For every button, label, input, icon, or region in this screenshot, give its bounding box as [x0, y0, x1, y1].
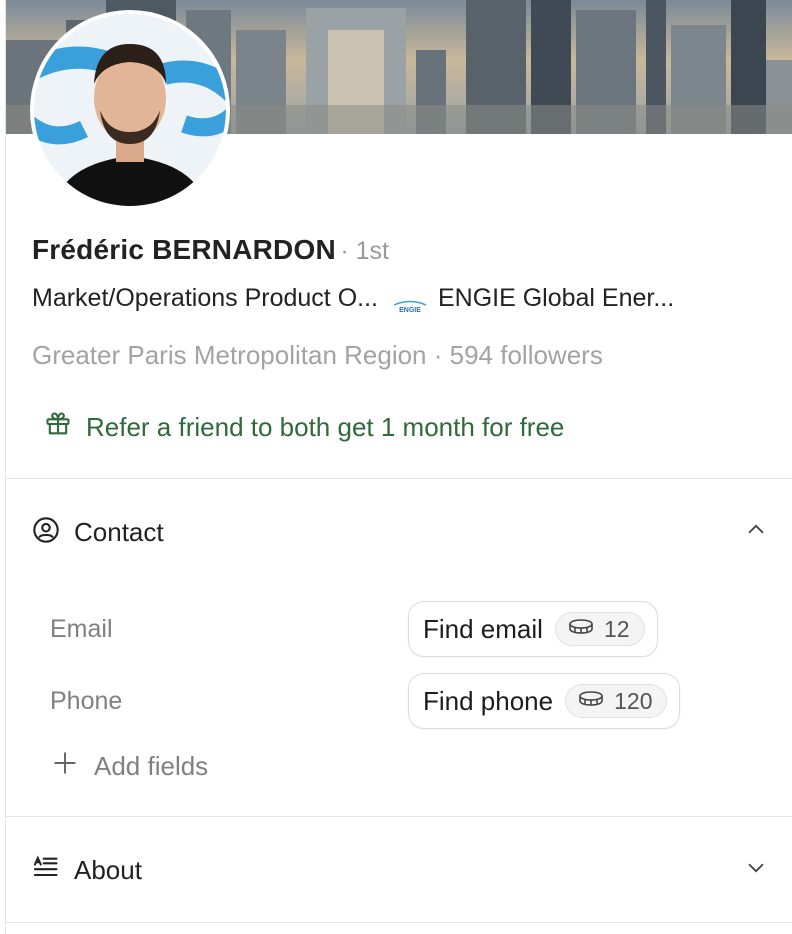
find-email-label: Find email [423, 613, 543, 644]
plus-icon [52, 750, 94, 783]
chevron-down-icon[interactable] [745, 857, 767, 884]
about-title: About [74, 854, 142, 885]
company-logo-icon: ENGIE [392, 292, 428, 314]
phone-credit-count: 120 [614, 687, 653, 714]
company-name[interactable]: ENGIE Global Ener... [438, 284, 674, 313]
gift-icon [44, 410, 86, 445]
referral-link[interactable]: Refer a friend to both get 1 month for f… [44, 410, 564, 445]
find-phone-button[interactable]: Find phone 120 [408, 673, 681, 729]
headline-row: Market/Operations Product O... ENGIE ENG… [32, 284, 674, 314]
phone-label: Phone [50, 687, 123, 715]
chevron-up-icon[interactable] [745, 519, 767, 546]
email-credit-badge: 12 [554, 612, 645, 646]
coin-icon [578, 690, 604, 713]
connection-degree: · 1st [340, 237, 389, 265]
referral-label: Refer a friend to both get 1 month for f… [86, 412, 565, 442]
contact-title: Contact [74, 516, 164, 547]
profile-headline: Market/Operations Product O... [32, 284, 378, 312]
profile-name[interactable]: Frédéric BERNARDON [32, 234, 336, 265]
divider [6, 816, 792, 817]
profile-panel: Frédéric BERNARDON · 1st Market/Operatio… [5, 0, 792, 934]
location-followers: Greater Paris Metropolitan Region · 594 … [32, 340, 603, 370]
about-section-header[interactable]: About [32, 850, 767, 890]
divider [6, 922, 792, 923]
find-email-button[interactable]: Find email 12 [408, 601, 658, 657]
coin-icon [568, 618, 594, 641]
phone-credit-badge: 120 [565, 684, 668, 718]
about-lines-icon [32, 854, 60, 887]
user-circle-icon [32, 516, 60, 549]
email-label: Email [50, 615, 113, 643]
name-row: Frédéric BERNARDON · 1st [32, 234, 389, 266]
email-credit-count: 12 [603, 615, 630, 642]
divider [6, 478, 792, 479]
add-fields-label: Add fields [94, 751, 209, 781]
find-phone-label: Find phone [423, 685, 554, 716]
contact-section-header[interactable]: Contact [32, 512, 767, 552]
avatar[interactable] [30, 10, 230, 210]
add-fields-button[interactable]: Add fields [52, 750, 208, 783]
company-logo-text: ENGIE [399, 307, 421, 314]
